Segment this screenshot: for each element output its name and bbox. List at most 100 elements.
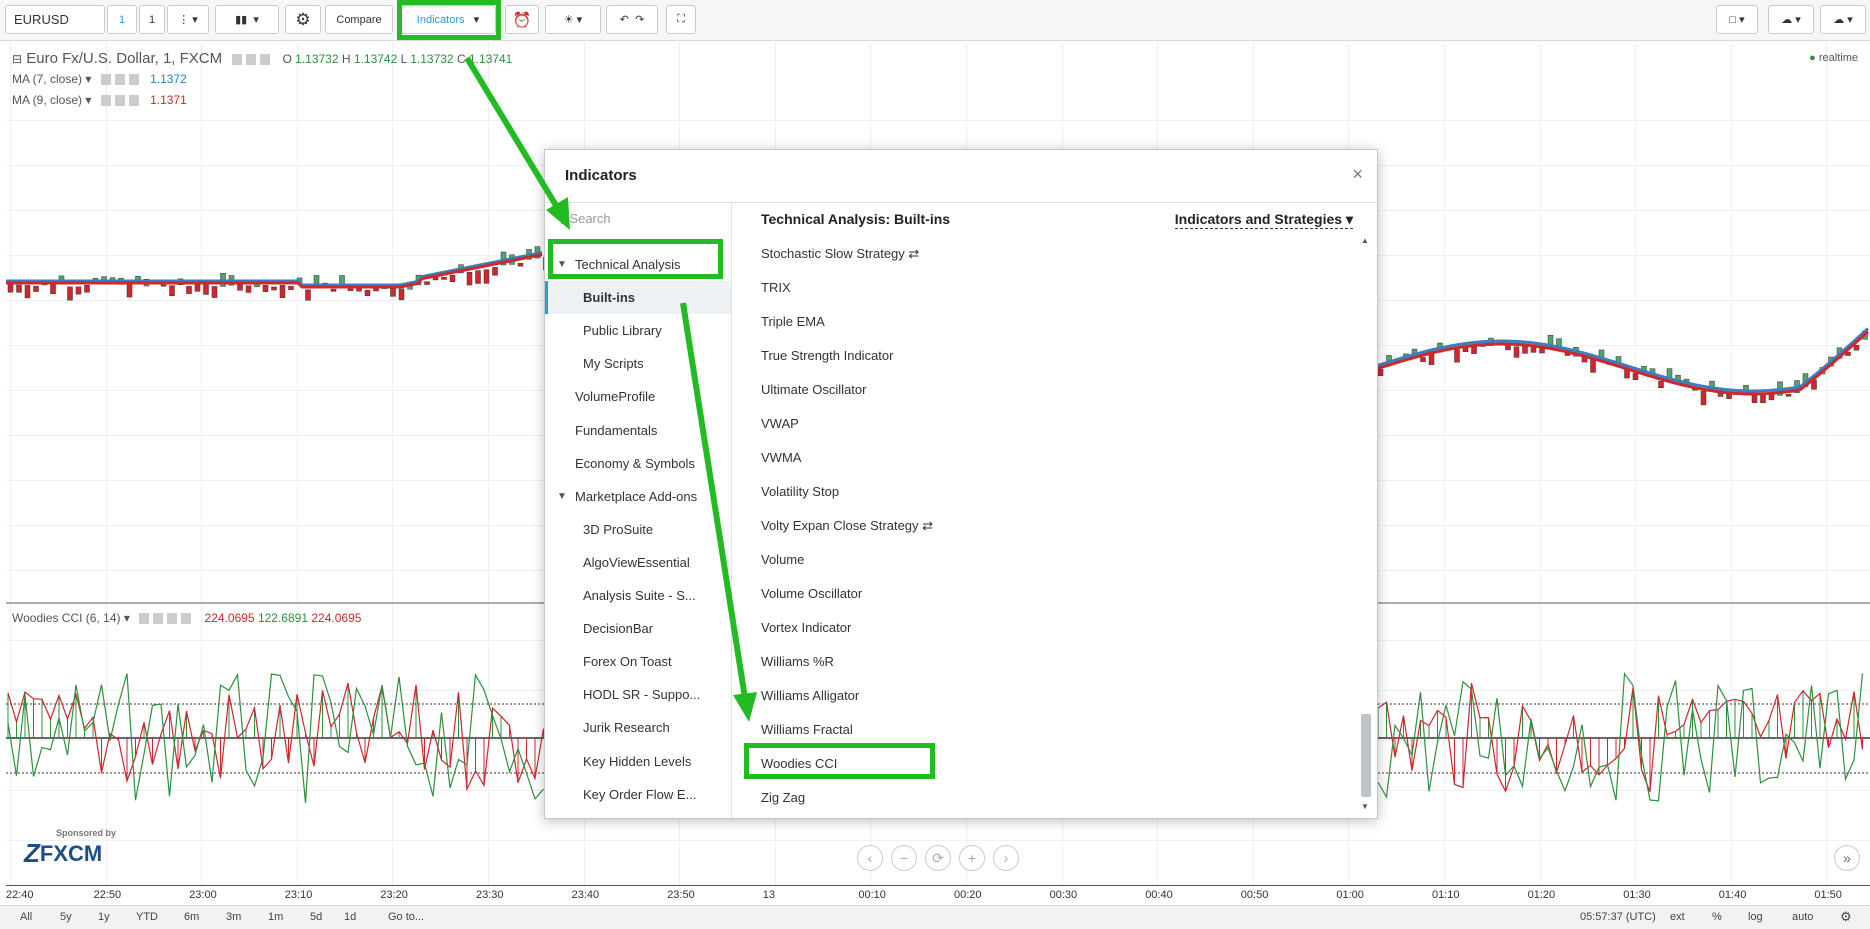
- category-label: 3D ProSuite: [583, 521, 654, 537]
- category-item[interactable]: DecisionBar: [545, 612, 731, 645]
- ma2-value: 1.1371: [150, 93, 187, 107]
- time-tick-label: 00:10: [858, 889, 886, 901]
- range-button[interactable]: 1d: [344, 911, 356, 923]
- cci-label[interactable]: Woodies CCI (6, 14): [12, 611, 121, 625]
- moving-average-line: [6, 253, 543, 289]
- range-button[interactable]: 3m: [226, 911, 241, 923]
- category-item[interactable]: Forex On Toast: [545, 645, 731, 678]
- category-item[interactable]: ▼ Marketplace Add-ons: [545, 480, 731, 513]
- symbol-title: Euro Fx/U.S. Dollar, 1, FXCM: [26, 50, 223, 67]
- zoom-in-button[interactable]: +: [959, 845, 985, 871]
- legend-actions-icon[interactable]: [139, 613, 196, 625]
- auto-toggle[interactable]: auto: [1792, 911, 1813, 923]
- range-button[interactable]: All: [20, 911, 32, 923]
- indicator-item[interactable]: TRIX: [761, 278, 791, 298]
- indicator-item[interactable]: Williams Fractal: [761, 720, 853, 740]
- close-icon[interactable]: ×: [1352, 164, 1363, 185]
- range-button[interactable]: 1y: [98, 911, 110, 923]
- indicator-item[interactable]: Zig Zag: [761, 788, 805, 808]
- indicator-item[interactable]: VWMA: [761, 448, 801, 468]
- indicator-item[interactable]: Triple EMA: [761, 312, 825, 332]
- indicator-item[interactable]: Volume: [761, 550, 804, 570]
- candle: [126, 283, 133, 298]
- time-tick-label: 00:30: [1049, 889, 1078, 901]
- gear-icon[interactable]: ⚙: [1840, 909, 1852, 925]
- category-item[interactable]: Economy & Symbols: [545, 447, 731, 480]
- search-input[interactable]: Search: [569, 211, 610, 226]
- bottom-bar: All 5y 1y YTD 6m 3m 1m 5d 1d Go to... 05:57:37 (U…: [0, 905, 1870, 929]
- category-item[interactable]: Fundamentals: [545, 414, 731, 447]
- indicator-item[interactable]: Volty Expan Close Strategy ⇄: [761, 516, 933, 536]
- percent-toggle[interactable]: %: [1712, 911, 1722, 923]
- category-item[interactable]: VolumeProfile: [545, 380, 731, 413]
- category-item[interactable]: Built-ins: [545, 281, 731, 315]
- category-label: DecisionBar: [583, 621, 654, 637]
- category-item[interactable]: HODL SR - Suppo...: [545, 678, 731, 711]
- candle: [271, 286, 277, 291]
- category-item[interactable]: LazyBear - MTF...: [545, 811, 731, 818]
- category-item[interactable]: Public Library: [545, 314, 731, 347]
- candle: [398, 288, 405, 301]
- category-item[interactable]: Key Order Flow E...: [545, 778, 731, 811]
- range-button[interactable]: YTD: [136, 911, 158, 923]
- legend-actions-icon[interactable]: [232, 53, 273, 65]
- scroll-to-end-button[interactable]: »: [1834, 845, 1860, 871]
- indicator-item[interactable]: Ultimate Oscillator: [761, 380, 866, 400]
- indicator-item[interactable]: Vortex Indicator: [761, 618, 851, 638]
- indicator-item[interactable]: Volume Oscillator: [761, 584, 862, 604]
- scroll-up-icon[interactable]: ▲: [1361, 236, 1369, 245]
- range-button[interactable]: 5y: [60, 911, 72, 923]
- indicator-item[interactable]: VWAP: [761, 414, 799, 434]
- candle: [84, 284, 90, 293]
- range-button[interactable]: 6m: [184, 911, 199, 923]
- category-item[interactable]: My Scripts: [545, 347, 731, 380]
- search-box[interactable]: ⚲ Search: [557, 211, 727, 235]
- category-item[interactable]: Key Hidden Levels: [545, 745, 731, 778]
- category-label: HODL SR - Suppo...: [583, 687, 701, 703]
- category-item[interactable]: Jurik Research: [545, 711, 731, 744]
- type-filter-dropdown[interactable]: Indicators and Strategies ▾: [1174, 211, 1353, 229]
- sponsor-logo[interactable]: Sponsored by Z FXCM: [24, 828, 116, 869]
- category-label: Marketplace Add-ons: [575, 488, 698, 504]
- category-item[interactable]: 3D ProSuite: [545, 513, 731, 546]
- collapse-icon[interactable]: ⊟: [12, 52, 22, 66]
- low-label: L: [400, 52, 407, 66]
- candle: [347, 287, 354, 291]
- indicator-item[interactable]: Woodies CCI: [761, 754, 837, 774]
- time-tick-label: 23:40: [571, 889, 600, 901]
- indicator-item[interactable]: Volatility Stop: [761, 482, 839, 502]
- scroll-down-icon[interactable]: ▼: [1361, 802, 1369, 811]
- scroll-thumb[interactable]: [1361, 714, 1371, 797]
- category-item[interactable]: AlgoViewEssential: [545, 546, 731, 579]
- candle: [211, 286, 218, 298]
- legend-actions-icon[interactable]: [100, 95, 141, 107]
- log-toggle[interactable]: log: [1748, 911, 1763, 923]
- category-item[interactable]: ▼ Technical Analysis: [545, 248, 731, 281]
- scroll-right-button[interactable]: ›: [993, 845, 1019, 871]
- range-button[interactable]: Go to...: [388, 911, 424, 923]
- legend-actions-icon[interactable]: [100, 74, 141, 86]
- indicator-item[interactable]: Williams Alligator: [761, 686, 859, 706]
- candle: [194, 283, 201, 292]
- cci-value-1: 224.0695: [204, 611, 255, 625]
- category-item[interactable]: Analysis Suite - S...: [545, 579, 731, 612]
- scroll-left-button[interactable]: ‹: [857, 845, 883, 871]
- ma1-label[interactable]: MA (7, close): [12, 72, 82, 86]
- reset-button[interactable]: ⟳: [925, 845, 951, 871]
- ma2-label[interactable]: MA (9, close): [12, 93, 82, 107]
- time-axis[interactable]: 22:40 22:50 23:00 23:10 23:20 23:30 23:40 23:50…: [6, 885, 1870, 906]
- moving-average-line: [1375, 330, 1870, 396]
- indicator-item[interactable]: Stochastic Slow Strategy ⇄: [761, 244, 919, 264]
- caret-down-icon[interactable]: ▼: [557, 248, 567, 281]
- ext-toggle[interactable]: ext: [1670, 911, 1685, 923]
- category-label: Economy & Symbols: [575, 455, 695, 471]
- range-button[interactable]: 1m: [268, 911, 283, 923]
- time-tick-label: 00:50: [1240, 889, 1269, 901]
- zoom-out-button[interactable]: −: [891, 845, 917, 871]
- indicator-item[interactable]: True Strength Indicator: [761, 346, 893, 366]
- indicator-item[interactable]: Williams %R: [761, 652, 834, 672]
- sponsor-brand: FXCM: [39, 840, 103, 866]
- caret-down-icon[interactable]: ▼: [557, 480, 567, 513]
- candle: [262, 285, 269, 292]
- range-button[interactable]: 5d: [310, 911, 322, 923]
